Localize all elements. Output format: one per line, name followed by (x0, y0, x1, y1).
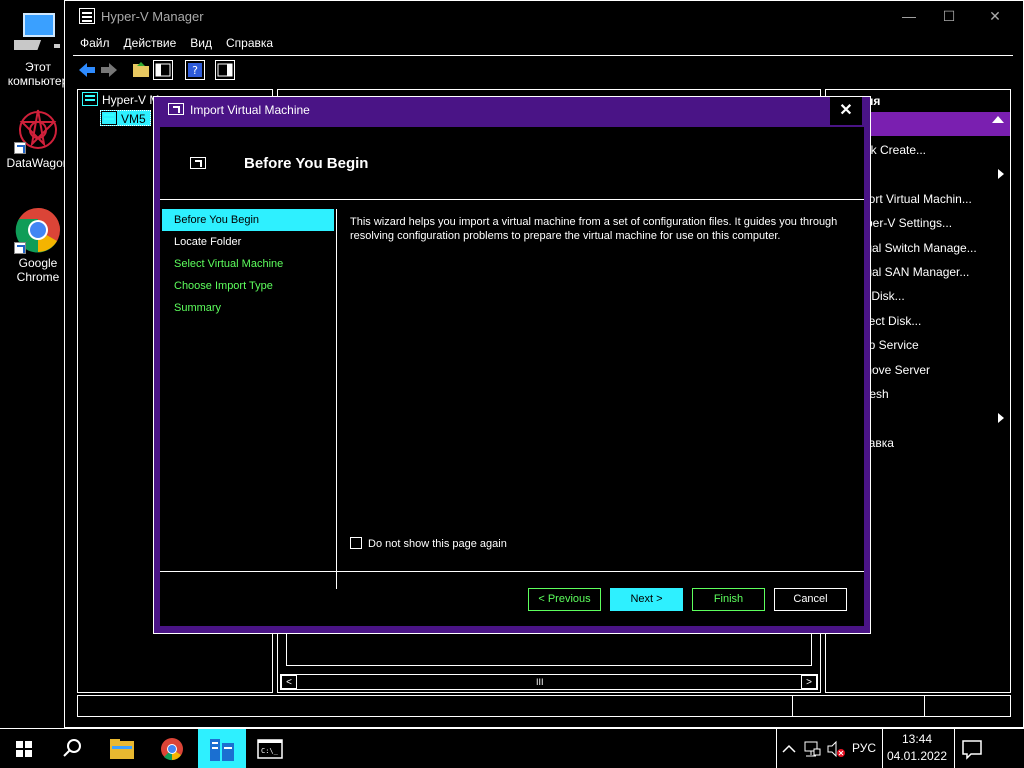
back-icon[interactable] (77, 60, 97, 80)
action-center-button[interactable] (954, 729, 988, 768)
taskbar-chrome[interactable] (148, 729, 196, 768)
computer-icon (3, 10, 62, 58)
show-hide-action-pane-icon[interactable] (215, 60, 235, 80)
clock-time: 13:44 (901, 732, 933, 746)
shortcut-arrow-icon (14, 242, 26, 254)
start-button[interactable] (0, 729, 48, 768)
import-virtual-machine-dialog: Import Virtual Machine ✕ Before You Begi… (153, 96, 871, 634)
network-icon[interactable] (802, 739, 822, 759)
taskbar-command-prompt[interactable]: C:\_ (246, 729, 294, 768)
step-summary[interactable]: Summary (162, 297, 334, 319)
do-not-show-again-checkbox[interactable] (350, 537, 362, 549)
checkbox-label: Do not show this page again (368, 538, 507, 550)
action-item[interactable]: tual SAN Manager... (862, 260, 969, 284)
previous-button[interactable]: < Previous (528, 588, 601, 611)
menu-file[interactable]: Файл (73, 33, 117, 53)
windows-logo-icon (16, 741, 32, 757)
wizard-steps: Before You Begin Locate Folder Select Vi… (162, 209, 334, 319)
forward-icon[interactable] (99, 60, 119, 80)
collapse-up-icon[interactable] (992, 116, 1004, 123)
action-item[interactable]: ick Create... (862, 138, 926, 162)
cancel-button[interactable]: Cancel (774, 588, 847, 611)
details-panel (286, 630, 812, 666)
search-icon (63, 739, 81, 757)
action-item[interactable]: move Server (862, 358, 930, 382)
dialog-title: Import Virtual Machine (190, 103, 310, 117)
volume-muted-icon[interactable] (826, 739, 846, 759)
datawagon-icon (14, 106, 62, 154)
step-before-you-begin[interactable]: Before You Begin (162, 209, 334, 231)
svg-text:?: ? (192, 64, 198, 77)
shortcut-arrow-icon (14, 142, 26, 154)
finish-button[interactable]: Finish (692, 588, 765, 611)
hyper-v-node-icon (82, 92, 98, 106)
hyper-v-app-icon (79, 8, 95, 24)
dialog-body: Before You Begin Before You Begin Locate… (160, 127, 864, 626)
scroll-thumb[interactable]: III (536, 677, 544, 687)
chrome-icon (14, 206, 62, 254)
action-item[interactable]: port Virtual Machin... (862, 187, 972, 211)
window-titlebar[interactable]: Hyper-V Manager — ☐ ✕ (65, 1, 1023, 31)
next-button[interactable]: Next > (610, 588, 683, 611)
dialog-close-button[interactable]: ✕ (830, 97, 862, 125)
notification-icon (962, 740, 982, 760)
clock-date: 04.01.2022 (886, 749, 948, 763)
window-title: Hyper-V Manager (101, 9, 204, 24)
toolbar: ? (73, 55, 1013, 81)
tree-item-label: VM5 (121, 112, 146, 126)
step-locate-folder[interactable]: Locate Folder (162, 231, 334, 253)
submenu-arrow-icon (998, 413, 1004, 424)
menu-bar: Файл Действие Вид Справка (73, 33, 280, 53)
show-hidden-icons-button[interactable] (776, 729, 800, 768)
action-item[interactable]: rper-V Settings... (862, 211, 952, 235)
minimize-button[interactable]: — (887, 1, 931, 31)
menu-help[interactable]: Справка (219, 33, 280, 53)
tree-item-label: Hyper-V M (102, 93, 160, 107)
search-button[interactable] (48, 729, 96, 768)
clock-text: 13:44 04.01.2022 (884, 731, 950, 765)
tree-item-vm5[interactable]: VM5 (100, 110, 151, 126)
show-hide-console-tree-icon[interactable] (153, 60, 173, 80)
chrome-icon (161, 738, 183, 761)
import-wizard-icon (168, 103, 184, 115)
wizard-description: This wizard helps you import a virtual m… (350, 216, 838, 242)
step-select-virtual-machine[interactable]: Select Virtual Machine (162, 253, 334, 275)
folder-icon (110, 739, 134, 759)
taskbar-hyper-v-manager[interactable] (198, 729, 246, 768)
hyper-v-icon (210, 739, 234, 761)
help-icon[interactable]: ? (185, 60, 205, 80)
taskbar-file-explorer[interactable] (98, 729, 146, 768)
menu-view[interactable]: Вид (183, 33, 219, 53)
submenu-arrow-icon (998, 169, 1004, 180)
action-item[interactable]: tual Switch Manage... (862, 236, 977, 260)
server-node-icon (101, 111, 117, 125)
scroll-right-arrow[interactable]: > (801, 675, 817, 689)
horizontal-scrollbar[interactable]: < III > (280, 674, 818, 690)
step-choose-import-type[interactable]: Choose Import Type (162, 275, 334, 297)
chevron-up-icon (782, 744, 796, 753)
menu-action[interactable]: Действие (117, 33, 184, 53)
input-language-indicator[interactable]: РУС (852, 741, 876, 755)
tree-item-hyper-v-manager[interactable]: Hyper-V M (82, 92, 159, 108)
taskbar: C:\_ РУС 13:44 04.01.2022 (0, 728, 1024, 768)
do-not-show-again-row[interactable]: Do not show this page again (350, 537, 507, 551)
status-bar (77, 695, 1011, 717)
import-wizard-icon (190, 157, 206, 169)
maximize-button[interactable]: ☐ (927, 1, 971, 31)
up-folder-icon[interactable] (131, 60, 151, 80)
svg-text:C:\_: C:\_ (261, 747, 279, 755)
scroll-left-arrow[interactable]: < (281, 675, 297, 689)
terminal-icon: C:\_ (257, 739, 283, 759)
wizard-page-heading: Before You Begin (244, 155, 369, 172)
close-button[interactable]: ✕ (973, 1, 1017, 31)
